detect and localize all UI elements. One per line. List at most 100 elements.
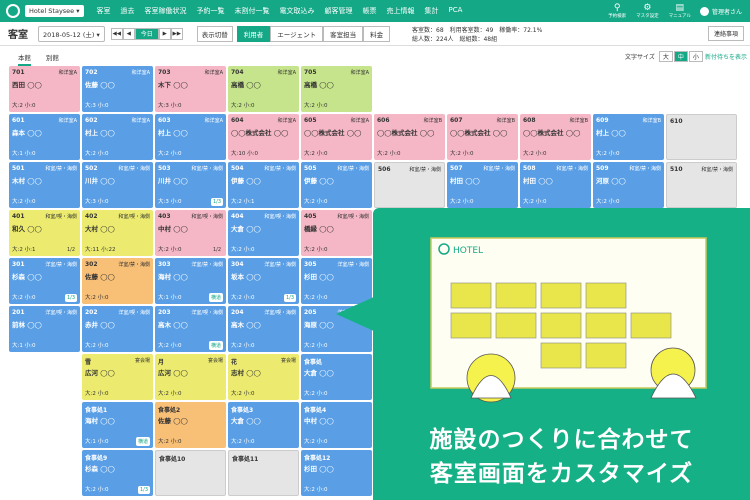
contact-notes-button[interactable]: 連絡事項 [707,26,744,41]
room-card[interactable]: 203 洋室/喫・海側 高木 ◯◯ 大:2 小:0 横道 [155,306,226,352]
room-card[interactable]: 605 和洋室A ◯◯株式会社 ◯◯ 大:2 小:0 [301,114,372,160]
room-card[interactable]: 606 和洋室B ◯◯株式会社 ◯◯ 大:2 小:0 [374,114,445,160]
guest-name: 木村 ◯◯ [12,177,42,185]
room-card[interactable]: 603 和洋室A 村上 ◯◯ 大:2 小:0 [155,114,226,160]
room-card[interactable]: 701 和洋室A 西田 ◯◯ 大:2 小:0 [9,66,80,112]
today-button[interactable]: 今日 [134,27,159,40]
room-card[interactable]: 食事処3 大倉 ◯◯ 大:2 小:0 [228,402,299,448]
top-shortcut-0[interactable]: ⚲ 予約検索 [608,3,626,19]
room-card[interactable]: 月 宴会場 広河 ◯◯ 大:2 小:0 [155,354,226,400]
room-card[interactable]: 食事処2 佐藤 ◯◯ 大:2 小:0 [155,402,226,448]
room-card[interactable]: 食事処1 海村 ◯◯ 大:1 小:0 横道 [82,402,153,448]
room-card[interactable]: 食事処4 中村 ◯◯ 大:2 小:0 [301,402,372,448]
room-card[interactable]: 501 和室/禁・海側 木村 ◯◯ 大:2 小:0 [9,162,80,208]
room-number: 509 [596,165,609,172]
room-number: 食事処10 [159,456,186,463]
book-icon: ▤ [675,2,685,13]
guest-count: 大:2 小:0 [304,199,328,205]
user-menu[interactable]: 管理者さん [699,6,742,16]
room-card[interactable]: 505 和室/禁・海側 伊藤 ◯◯ 大:2 小:0 [301,162,372,208]
room-card[interactable]: 503 和室/禁・海側 川井 ◯◯ 大:3 小:0 1/3 [155,162,226,208]
room-card[interactable]: 702 和洋室A 佐藤 ◯◯ 大:3 小:0 [82,66,153,112]
guest-count: 大:2 小:0 [304,103,328,109]
segment-guest[interactable]: 利用者 [236,25,271,42]
room-card[interactable]: 602 和洋室A 村上 ◯◯ 大:2 小:0 [82,114,153,160]
room-card[interactable]: 502 和室/禁・海側 川井 ◯◯ 大:3 小:0 [82,162,153,208]
room-card[interactable]: 405 和室/喫・海側 橋縁 ◯◯ 大:2 小:0 [301,210,372,256]
room-card[interactable]: 705 和洋室A 高橋 ◯◯ 大:2 小:0 [301,66,372,112]
next-week-button[interactable]: ▶▶ [170,27,183,40]
nav-item-8[interactable]: 売上情報 [387,6,415,16]
segment-price[interactable]: 料金 [363,25,391,42]
guest-count: 大:2 小:0 [304,343,328,349]
room-card[interactable]: 609 和洋室B 村上 ◯◯ 大:2 小:0 [593,114,664,160]
nav-item-0[interactable]: 客室 [97,6,111,16]
nav-item-2[interactable]: 客室稼働状況 [145,6,187,16]
room-card[interactable]: 食事処9 杉森 ◯◯ 大:2 小:0 1/3 [82,450,153,496]
room-card[interactable]: 403 和室/喫・海側 中村 ◯◯ 大:2 小:0 1/2 [155,210,226,256]
room-card[interactable]: 花 宴会場 志村 ◯◯ 大:2 小:0 [228,354,299,400]
nav-item-3[interactable]: 予約一覧 [197,6,225,16]
room-card[interactable]: 506 和室/禁・海側 [374,162,445,208]
room-card[interactable]: 601 和洋室A 森本 ◯◯ 大:1 小:0 [9,114,80,160]
room-card[interactable]: 504 和室/禁・海側 伊藤 ◯◯ 大:2 小:1 [228,162,299,208]
date-picker[interactable]: 2018-05-12 (土) ▾ [38,25,105,42]
font-size-small[interactable]: 小 [688,51,703,62]
segment-room-staff[interactable]: 客室担当 [323,25,364,42]
room-card[interactable]: 304 洋室/禁・海側 坂本 ◯◯ 大:2 小:0 1/3 [228,258,299,304]
room-card[interactable]: 302 洋室/禁・海側 佐藤 ◯◯ 大:2 小:0 [82,258,153,304]
room-card[interactable]: 食事処 大倉 ◯◯ 大:2 小:0 [301,354,372,400]
top-shortcut-2[interactable]: ▤ マニュアル [669,2,691,19]
room-card[interactable]: 202 洋室/喫・海側 赤井 ◯◯ 大:2 小:0 [82,306,153,352]
nav-item-10[interactable]: PCA [449,6,463,16]
room-number: 302 [85,261,98,268]
promo-caption-line-1: 施設のつくりに合わせて [429,427,694,453]
room-card[interactable]: 食事処10 [155,450,226,496]
room-card[interactable]: 404 和室/喫・海側 大倉 ◯◯ 大:2 小:0 [228,210,299,256]
room-card[interactable]: 604 和洋室A ◯◯株式会社 ◯◯ 大:10 小:0 [228,114,299,160]
guest-count: 大:2 小:0 [596,199,620,205]
room-card[interactable]: 303 洋室/禁・海側 海村 ◯◯ 大:1 小:0 横道 [155,258,226,304]
guest-count: 大:2 小:0 [85,487,109,493]
nav-item-6[interactable]: 顧客管理 [325,6,353,16]
guest-name: 大倉 ◯◯ [231,225,261,233]
room-card[interactable]: 食事処12 杉田 ◯◯ 大:2 小:0 [301,450,372,496]
room-card[interactable]: 510 和室/禁・海側 [666,162,737,208]
room-card[interactable]: 704 和洋室A 高橋 ◯◯ 大:2 小:0 [228,66,299,112]
prev-day-button[interactable]: ◀ [122,27,135,40]
nav-item-1[interactable]: 過去 [121,6,135,16]
guest-name: 佐藤 ◯◯ [158,417,188,425]
next-day-button[interactable]: ▶ [158,27,171,40]
tab-annex[interactable]: 別館 [46,52,59,62]
room-card[interactable]: 508 和室/禁・海側 村田 ◯◯ 大:2 小:0 [520,162,591,208]
room-card[interactable]: 509 和室/禁・海側 河原 ◯◯ 大:2 小:0 [593,162,664,208]
room-card[interactable]: 401 和室/喫・海側 和久 ◯◯ 大:2 小:1 1/2 [9,210,80,256]
room-card[interactable]: 201 洋室/喫・海側 前林 ◯◯ 大:1 小:0 [9,306,80,352]
guest-name: 村田 ◯◯ [523,177,553,185]
nav-item-4[interactable]: 未割付一覧 [235,6,270,16]
room-card[interactable]: 608 和洋室B ◯◯株式会社 ◯◯ 大:2 小:0 [520,114,591,160]
room-card[interactable]: 食事処11 [228,450,299,496]
hotel-select[interactable]: Hotel Staysee ▾ [25,5,84,17]
room-card[interactable]: 雪 宴会場 広河 ◯◯ 大:2 小:0 [82,354,153,400]
room-type: 和洋室B [423,118,442,124]
show-unassigned-link[interactable]: 新付待ちを表示 [705,52,747,61]
nav-item-5[interactable]: 電文取込み [280,6,315,16]
segment-agent[interactable]: エージェント [270,25,324,42]
room-card[interactable]: 610 [666,114,737,160]
font-size-medium[interactable]: 中 [673,51,688,62]
app-logo-icon[interactable] [6,4,20,18]
font-size-large[interactable]: 大 [658,51,673,62]
prev-week-button[interactable]: ◀◀ [110,27,123,40]
guest-count: 大:2 小:0 [158,247,182,253]
nav-item-9[interactable]: 集計 [425,6,439,16]
room-card[interactable]: 204 洋室/喫・海側 高木 ◯◯ 大:2 小:0 [228,306,299,352]
room-card[interactable]: 402 和室/喫・海側 大村 ◯◯ 大:11 小:22 [82,210,153,256]
room-card[interactable]: 507 和室/禁・海側 村田 ◯◯ 大:2 小:0 [447,162,518,208]
nav-item-7[interactable]: 帳票 [363,6,377,16]
top-shortcut-1[interactable]: ⚙ マスタ設定 [636,3,659,19]
room-card[interactable]: 607 和洋室B ◯◯株式会社 ◯◯ 大:2 小:0 [447,114,518,160]
room-card[interactable]: 703 和洋室A 木下 ◯◯ 大:3 小:0 [155,66,226,112]
tab-main-building[interactable]: 本館 [18,52,31,66]
room-card[interactable]: 301 洋室/禁・海側 杉森 ◯◯ 大:2 小:0 1/3 [9,258,80,304]
